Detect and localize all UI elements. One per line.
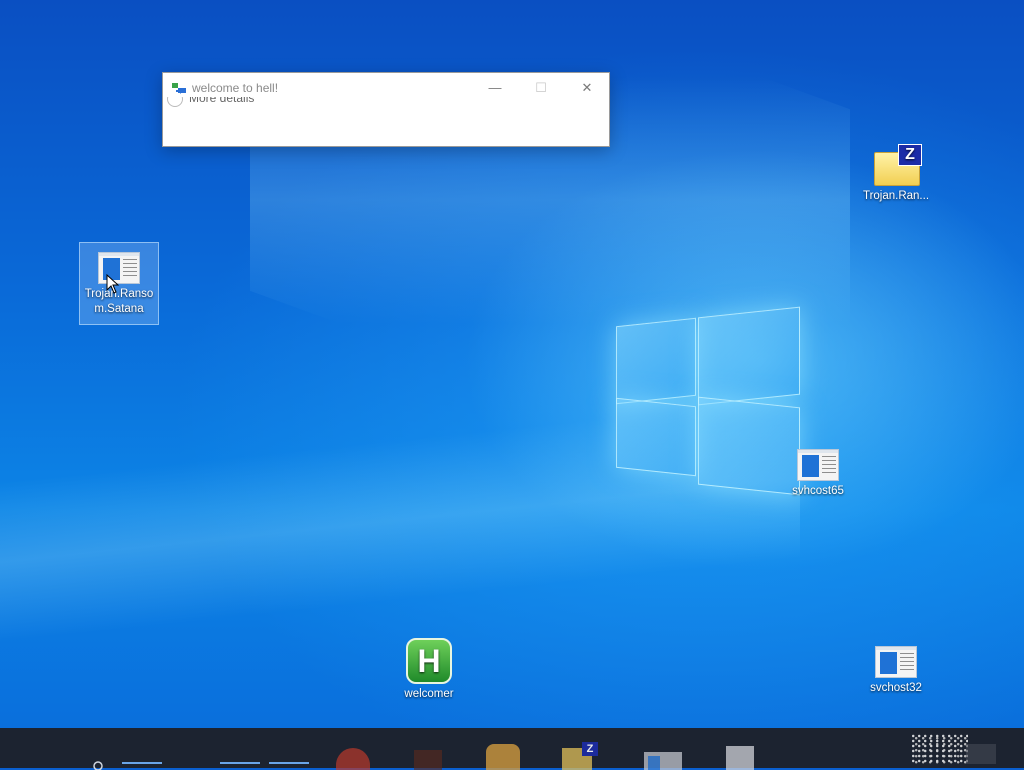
- chrome-icon[interactable]: [332, 734, 372, 770]
- close-button[interactable]: ✕: [565, 75, 609, 101]
- executable-icon: [797, 449, 839, 481]
- mouse-cursor-icon: [106, 274, 120, 294]
- app-icon: [172, 83, 186, 94]
- taskbar-indicator: [122, 762, 162, 764]
- desktop[interactable]: welcome to hell! — ☐ ✕ More details Troj…: [0, 0, 1024, 728]
- app-icon[interactable]: [408, 734, 448, 770]
- search-icon[interactable]: [92, 760, 104, 770]
- desktop-icon-label: Trojan.Ran...: [862, 190, 930, 202]
- zip-folder-icon: Z: [872, 144, 922, 186]
- windows-logo-wallpaper: [612, 306, 802, 496]
- desktop-icon-welcomer[interactable]: H welcomer: [390, 638, 468, 702]
- desktop-icon-label: welcomer: [404, 688, 454, 700]
- more-details-toggle[interactable]: More details: [167, 97, 254, 109]
- taskbar[interactable]: Z: [0, 728, 1024, 770]
- cat-app-icon[interactable]: [482, 734, 522, 770]
- minimize-button[interactable]: —: [473, 75, 517, 101]
- document-icon[interactable]: [720, 734, 760, 770]
- desktop-icon-label: svchost32: [870, 682, 922, 694]
- desktop-icon-label: svhcost65: [792, 485, 844, 497]
- more-details-label: More details: [189, 97, 255, 106]
- dialog-window[interactable]: welcome to hell! — ☐ ✕ More details: [162, 72, 610, 147]
- window-app-icon[interactable]: [642, 734, 682, 770]
- chevron-down-icon: [167, 97, 183, 107]
- taskbar-indicator: [269, 762, 309, 764]
- tray-icon[interactable]: [966, 744, 996, 764]
- zip-folder-icon[interactable]: Z: [560, 734, 600, 770]
- desktop-icon-svhcost65[interactable]: svhcost65: [779, 449, 857, 499]
- maximize-button[interactable]: ☐: [519, 75, 563, 101]
- desktop-icon-svchost32[interactable]: svchost32: [857, 646, 935, 696]
- executable-icon: [875, 646, 917, 678]
- system-tray[interactable]: [912, 734, 968, 764]
- dialog-title: welcome to hell!: [192, 81, 279, 95]
- desktop-icon-trojan-ran-zip[interactable]: Z Trojan.Ran...: [857, 144, 935, 204]
- taskbar-indicator: [220, 762, 260, 764]
- welcomer-h-icon: H: [406, 638, 452, 684]
